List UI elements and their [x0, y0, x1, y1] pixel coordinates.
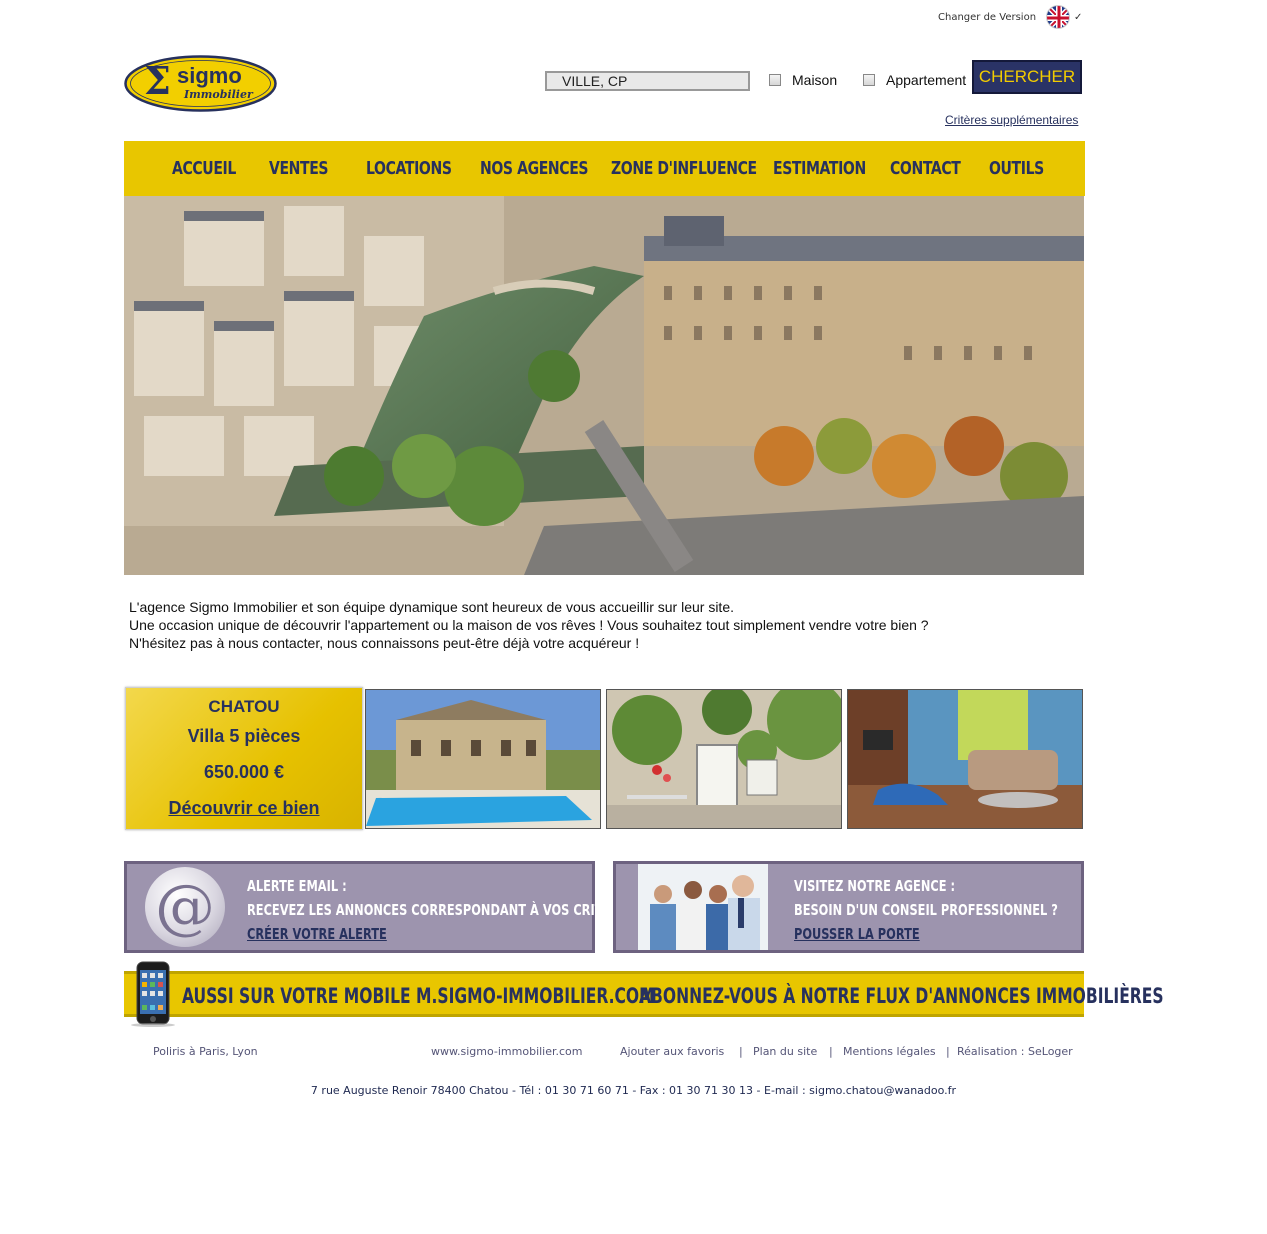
chevron-down-icon[interactable]: ✓ [1074, 12, 1082, 23]
smartphone-icon [128, 961, 178, 1027]
visit-agency-title: VISITEZ NOTRE AGENCE : [794, 877, 956, 895]
footer-cities[interactable]: Poliris à Paris, Lyon [153, 1045, 258, 1058]
nav-item-nos-agences[interactable]: NOS AGENCES [480, 141, 589, 196]
footer-website-link[interactable]: www.sigmo-immobilier.com [431, 1045, 583, 1058]
visit-agency-text: BESOIN D'UN CONSEIL PROFESSIONNEL ? [794, 901, 1058, 919]
listing-photo-living-room[interactable] [847, 689, 1083, 829]
uk-flag-icon[interactable] [1046, 5, 1071, 29]
change-version-label[interactable]: Changer de Version [938, 12, 1036, 23]
email-alert-promo[interactable]: @ ALERTE EMAIL : RECEVEZ LES ANNONCES CO… [124, 861, 635, 953]
footer-address: 7 rue Auguste Renoir 78400 Chatou - Tél … [310, 1084, 957, 1097]
featured-type: Villa 5 pièces [187, 726, 301, 746]
nav-item-outils[interactable]: OUTILS [989, 141, 1044, 196]
footer-separator: | [829, 1045, 833, 1058]
house-checkbox[interactable] [769, 74, 781, 86]
nav-item-contact[interactable]: CONTACT [890, 141, 961, 196]
intro-line-2: Une occasion unique de découvrir l'appar… [129, 617, 929, 633]
house-checkbox-label[interactable]: Maison [792, 72, 837, 88]
rss-feed-link[interactable]: ABONNEZ-VOUS À NOTRE FLUX D'ANNONCES IMM… [639, 974, 1164, 1014]
footer-legal-link[interactable]: Mentions légales [843, 1045, 936, 1058]
listing-photo-garden-house[interactable] [606, 689, 842, 829]
visit-agency-promo[interactable]: VISITEZ NOTRE AGENCE : BESOIN D'UN CONSE… [613, 861, 1084, 953]
featured-listing[interactable]: CHATOU Villa 5 pièces 650.000 € Découvri… [125, 687, 363, 830]
logo[interactable]: Σ sigmo Immobilier [124, 55, 277, 112]
email-alert-title: ALERTE EMAIL : [247, 877, 347, 895]
main-nav: ACCUEIL VENTES LOCATIONS NOS AGENCES ZON… [124, 141, 1085, 196]
create-alert-link[interactable]: CRÉER VOTRE ALERTE [247, 922, 635, 946]
nav-item-accueil[interactable]: ACCUEIL [172, 141, 236, 196]
hero-image [124, 196, 1084, 575]
house-checkbox-group[interactable]: Maison [769, 72, 837, 88]
language-switch[interactable]: Changer de Version ✓ [938, 4, 1082, 30]
nav-item-locations[interactable]: LOCATIONS [366, 141, 452, 196]
intro-text: L'agence Sigmo Immobilier et son équipe … [129, 598, 1079, 652]
email-alert-text: RECEVEZ LES ANNONCES CORRESPONDANT À VOS… [247, 901, 636, 919]
footer-separator: | [946, 1045, 950, 1058]
apartment-checkbox[interactable] [863, 74, 875, 86]
footer-sitemap-link[interactable]: Plan du site [753, 1045, 817, 1058]
city-search-input[interactable] [545, 71, 750, 91]
logo-sub-text: Immobilier [184, 88, 253, 101]
mobile-feed-banner: AUSSI SUR VOTRE MOBILE M.SIGMO-IMMOBILIE… [124, 971, 1164, 1017]
more-criteria-link[interactable]: Critères supplémentaires [945, 113, 1078, 127]
at-sign-icon: @ [145, 867, 225, 947]
featured-price: 650.000 € [203, 762, 285, 782]
search-button[interactable]: CHERCHER [972, 60, 1082, 94]
apartment-checkbox-label[interactable]: Appartement [886, 72, 966, 88]
intro-line-3: N'hésitez pas à nous contacter, nous con… [129, 635, 640, 651]
logo-main-text: sigmo [177, 63, 242, 88]
footer-separator: | [739, 1045, 743, 1058]
logo-symbol: Σ [144, 58, 171, 103]
intro-line-1: L'agence Sigmo Immobilier et son équipe … [129, 599, 735, 615]
visit-agency-link[interactable]: POUSSER LA PORTE [794, 922, 1058, 946]
featured-city: CHATOU [208, 697, 280, 716]
apartment-checkbox-group[interactable]: Appartement [863, 72, 966, 88]
mobile-site-link[interactable]: AUSSI SUR VOTRE MOBILE M.SIGMO-IMMOBILIE… [182, 974, 655, 1014]
nav-item-ventes[interactable]: VENTES [269, 141, 329, 196]
nav-item-zone-influence[interactable]: ZONE D'INFLUENCE [611, 141, 757, 196]
footer-favorites-link[interactable]: Ajouter aux favoris [620, 1045, 724, 1058]
featured-discover-link[interactable]: Découvrir ce bien [126, 798, 362, 819]
nav-item-estimation[interactable]: ESTIMATION [773, 141, 866, 196]
agency-team-photo [638, 864, 768, 950]
listing-photo-villa-pool[interactable] [365, 689, 601, 829]
footer-credit-link[interactable]: Réalisation : SeLoger [957, 1045, 1073, 1058]
